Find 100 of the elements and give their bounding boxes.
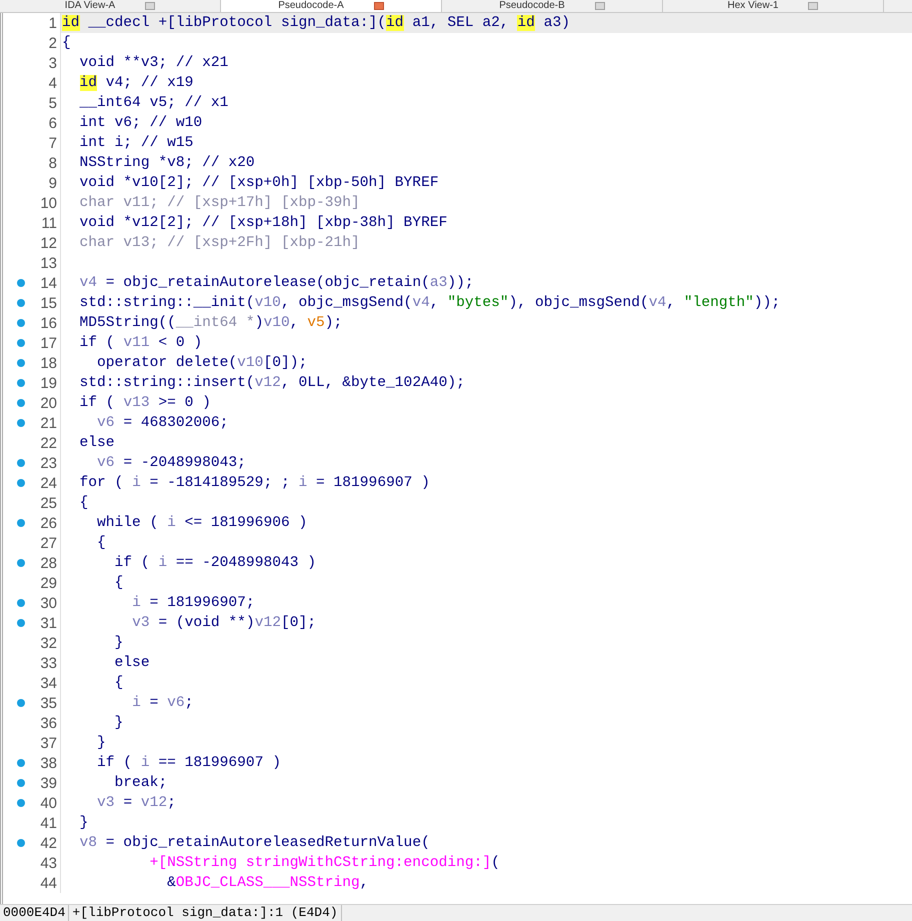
breakpoint-dot-icon[interactable] [17,519,25,527]
line-number: 3 [48,54,57,72]
variable-name: a3 [430,275,448,291]
code-text: NSString *v8; // x20 [80,155,255,171]
line-number: 5 [48,94,57,112]
variable-name: v4 [648,295,666,311]
line-number: 21 [40,414,57,432]
code-text: } [114,635,124,651]
breakpoint-dot-icon[interactable] [17,379,25,387]
symbol-name: OBJC_CLASS___NSString [176,875,360,891]
line-number: 15 [40,294,57,312]
code-text: for ( [80,475,124,491]
close-icon[interactable] [594,2,605,10]
code-text: void **v3; // x21 [80,55,228,71]
variable-name: v10 [237,355,264,371]
code-text: if ( [97,755,134,771]
symbol-name: +[NSString stringWithCString:encoding:] [150,855,492,871]
line-number: 22 [40,434,57,452]
code-text: while ( [97,515,160,531]
variable-name: i [132,695,141,711]
code-text: __cdecl +[libProtocol sign_data:]( [88,15,386,31]
line-number: 2 [48,34,57,52]
breakpoint-dot-icon[interactable] [17,279,25,287]
breakpoint-dot-icon[interactable] [17,299,25,307]
string-literal: "length" [684,295,754,311]
code-text: int i; // w15 [80,135,194,151]
line-number: 44 [40,874,57,892]
code-text: int v6; // w10 [80,115,202,131]
line-number: 10 [40,194,57,212]
code-text: { [97,535,106,551]
breakpoint-dot-icon[interactable] [17,419,25,427]
variable-name: v10 [254,295,281,311]
close-icon[interactable] [808,2,818,10]
code-text: operator delete( [97,355,238,371]
breakpoint-dot-icon[interactable] [17,359,25,367]
code-text: a1, SEL a2, [412,15,510,31]
line-number: 30 [40,594,57,612]
breakpoint-dot-icon[interactable] [17,839,25,847]
variable-name: v5 [307,315,325,331]
code-text: [0]; [280,615,316,631]
variable-name: v3 [132,615,150,631]
variable-name: v11 [123,335,150,351]
line-number: 26 [40,514,57,532]
line-number: 12 [40,234,57,252]
location-readout: +[libProtocol sign_data:]:1 (E4D4) [69,905,342,921]
breakpoint-dot-icon[interactable] [17,479,25,487]
line-number: 41 [40,814,57,832]
code-text: { [80,495,88,511]
code-text: else [114,655,150,671]
code-text: , objc_msgSend( [280,295,412,311]
breakpoint-dot-icon[interactable] [17,619,25,627]
close-icon[interactable] [374,2,384,10]
tab[interactable]: Hex View-1 [663,0,884,12]
breakpoint-dot-icon[interactable] [17,339,25,347]
code-text: = objc_retainAutoreleasedReturnValue( [106,835,430,851]
code-text: break; [114,775,168,791]
close-icon[interactable] [145,2,156,10]
breakpoint-dot-icon[interactable] [17,699,25,707]
line-number: 7 [48,134,57,152]
variable-name: i [158,555,168,571]
line-number: 25 [40,494,57,512]
code-text: == -2048998043 ) [176,555,316,571]
code-text: , [290,315,300,331]
code-text: & [167,875,176,891]
variable-name: i [132,595,141,611]
code-text: void *v12[2]; // [xsp+18h] [xbp-38h] BYREF [80,215,448,231]
tab[interactable]: Pseudocode-B [442,0,663,12]
breakpoint-dot-icon[interactable] [17,319,25,327]
variable-name: v12 [254,375,281,391]
code-text: , 0LL, &byte_102A40); [280,375,465,391]
highlighted-keyword: id [386,15,404,31]
code-text: <= 181996906 ) [184,515,308,531]
breakpoint-dot-icon[interactable] [17,599,25,607]
code-text: ) [254,315,264,331]
line-number: 43 [40,854,57,872]
code-text: = [123,795,134,811]
code-text: if ( [80,335,116,351]
code-text: a3) [544,15,570,31]
breakpoint-dot-icon[interactable] [17,399,25,407]
breakpoint-dot-icon[interactable] [17,799,25,807]
line-number: 39 [40,774,57,792]
tab[interactable]: Pseudocode-A [221,0,442,12]
code-text: v4; // x19 [106,75,194,91]
line-number: 19 [40,374,57,392]
line-number: 34 [40,674,57,692]
line-number: 8 [48,154,57,172]
breakpoint-dot-icon[interactable] [17,779,25,787]
line-number: 1 [48,14,57,32]
code-text: } [80,815,88,831]
code-text: = -2048998043; [123,455,246,471]
line-number: 4 [48,74,57,92]
breakpoint-dot-icon[interactable] [17,559,25,567]
variable-name: v6 [167,695,185,711]
code-text: < 0 ) [158,335,202,351]
breakpoint-dot-icon[interactable] [17,459,25,467]
code-text: = 181996907 ) [316,475,430,491]
code-text: else [80,435,115,451]
code-text: } [97,735,106,751]
breakpoint-dot-icon[interactable] [17,759,25,767]
code-text: [0]); [263,355,308,371]
